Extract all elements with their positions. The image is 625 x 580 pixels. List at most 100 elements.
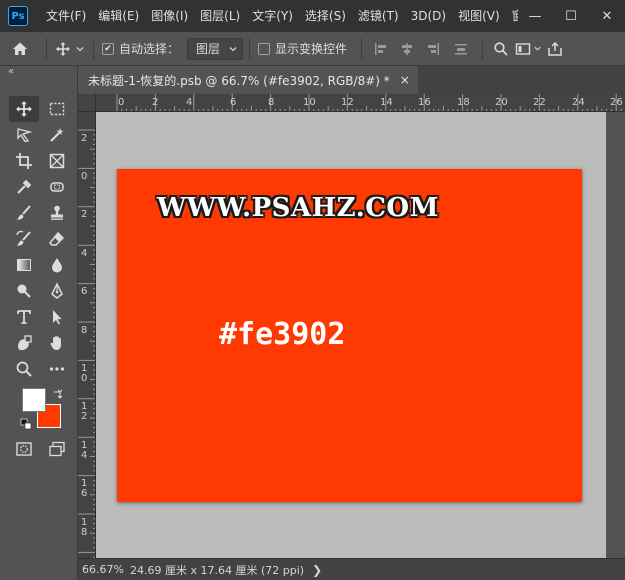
screen-mode-button[interactable] (42, 436, 72, 462)
close-window-button[interactable]: ✕ (589, 0, 625, 32)
marquee-tool[interactable] (42, 96, 72, 122)
distribute-icon (455, 43, 468, 54)
pen-tool[interactable] (42, 278, 72, 304)
vertical-scroll-area[interactable] (606, 112, 625, 558)
maximize-button[interactable]: ☐ (553, 0, 589, 32)
ruler-tick-label: 0 (118, 97, 125, 108)
auto-select-toggle[interactable]: ✔ 自动选择： (100, 36, 179, 62)
share-button[interactable] (543, 36, 567, 62)
ruler-vertical[interactable]: 2 0 2 4 6 8 1 0 1 2 1 4 1 6 1 8 (78, 112, 96, 558)
ruler-tick-label: 22 (533, 97, 546, 108)
menu-type[interactable]: 文字(Y) (246, 0, 299, 32)
menu-edit[interactable]: 编辑(E) (92, 0, 145, 32)
quick-mask-button[interactable] (9, 436, 39, 462)
stamp-icon (51, 205, 63, 220)
canvas-url-text[interactable]: WWW.PSAHZ.COM (157, 193, 439, 223)
foreground-color-swatch[interactable] (22, 388, 46, 412)
show-transform-toggle[interactable]: 显示变换控件 (256, 36, 347, 62)
move-tool[interactable] (9, 96, 39, 122)
dodge-tool[interactable] (9, 278, 39, 304)
lasso-tool[interactable] (9, 122, 39, 148)
swap-colors-icon[interactable] (52, 388, 64, 400)
document-tab-bar: 未标题-1-恢复的.psb @ 66.7% (#fe3902, RGB/8#) … (78, 66, 625, 94)
ruler-tick-label: 2 (152, 97, 159, 108)
minimize-button[interactable]: — (517, 0, 553, 32)
stamp-tool[interactable] (42, 200, 72, 226)
default-colors-icon[interactable] (20, 418, 32, 430)
move-tool-preset-button[interactable] (53, 36, 87, 62)
status-menu-arrow-icon[interactable]: ❯ (304, 563, 322, 577)
shape-tool[interactable] (9, 330, 39, 356)
ruler-tick-label: 4 (81, 248, 88, 259)
distribute-button[interactable] (446, 36, 476, 62)
separator (93, 37, 94, 60)
menu-items: 文件(F) 编辑(E) 图像(I) 图层(L) 文字(Y) 选择(S) 滤镜(T… (40, 0, 518, 32)
zoom-level[interactable]: 66.67% (78, 563, 124, 576)
bandage-icon (50, 182, 64, 192)
auto-select-label: 自动选择： (119, 42, 180, 56)
home-icon (13, 42, 27, 55)
brush-icon (17, 205, 31, 220)
ruler-tick-label: 6 (81, 286, 88, 297)
blur-tool[interactable] (42, 252, 72, 278)
type-tool[interactable] (9, 304, 39, 330)
home-button[interactable] (0, 36, 40, 62)
document-tab[interactable]: 未标题-1-恢复的.psb @ 66.7% (#fe3902, RGB/8#) … (78, 66, 418, 94)
document-canvas[interactable]: WWW.PSAHZ.COM #fe3902 (117, 169, 582, 502)
dodge-icon (17, 284, 31, 298)
ruler-horizontal[interactable]: 0 2 4 6 8 10 12 14 16 18 20 22 24 26 (96, 94, 625, 112)
crop-tool[interactable] (9, 148, 39, 174)
path-selection-tool[interactable] (42, 304, 72, 330)
ruler-tick-label: 18 (457, 97, 470, 108)
chevron-down-icon (229, 46, 237, 51)
gradient-tool[interactable] (9, 252, 39, 278)
menu-file[interactable]: 文件(F) (40, 0, 92, 32)
canvas-hex-text[interactable]: #fe3902 (219, 317, 345, 352)
brush-tool[interactable] (9, 200, 39, 226)
ruler-tick-label: 0 (81, 171, 88, 182)
magic-wand-icon (50, 128, 64, 142)
ruler-tick-label: 6 (230, 97, 237, 108)
menu-filter[interactable]: 滤镜(T) (352, 0, 405, 32)
history-brush-icon (16, 230, 31, 246)
ruler-tick-label: 14 (380, 97, 393, 108)
close-tab-icon[interactable]: × (400, 73, 410, 87)
eyedropper-tool[interactable] (9, 174, 39, 200)
gradient-icon (17, 259, 31, 271)
menu-layer[interactable]: 图层(L) (194, 0, 246, 32)
ruler-tick-label: 2 (81, 133, 88, 144)
search-button[interactable] (489, 36, 513, 62)
menu-view[interactable]: 视图(V) (452, 0, 506, 32)
workspace-button[interactable] (513, 36, 543, 62)
ruler-tick-label: 10 (303, 97, 316, 108)
ruler-tick-label: 8 (268, 97, 275, 108)
eraser-tool[interactable] (42, 226, 72, 252)
auto-select-target-dropdown[interactable]: 图层 (187, 37, 244, 60)
frame-icon (49, 153, 65, 169)
align-right-icon (428, 42, 440, 55)
ruler-tick-label: 1 4 (81, 440, 88, 461)
ruler-corner[interactable] (78, 94, 96, 112)
menu-select[interactable]: 选择(S) (299, 0, 352, 32)
spot-healing-tool[interactable] (42, 174, 72, 200)
frame-tool[interactable] (42, 148, 72, 174)
align-left-button[interactable] (368, 36, 394, 62)
magic-wand-tool[interactable] (42, 122, 72, 148)
menu-3d[interactable]: 3D(D) (405, 0, 452, 32)
auto-select-checkbox[interactable]: ✔ (102, 42, 114, 55)
separator (249, 37, 251, 60)
shape-icon (18, 335, 32, 351)
more-tools-button[interactable] (42, 356, 72, 382)
align-right-button[interactable] (420, 36, 446, 62)
align-center-button[interactable] (394, 36, 420, 62)
show-transform-checkbox[interactable] (258, 42, 271, 55)
zoom-tool[interactable] (9, 356, 39, 382)
menu-image[interactable]: 图像(I) (145, 0, 194, 32)
share-icon (548, 41, 562, 56)
collapse-panel-icon[interactable]: « (8, 66, 14, 77)
separator (482, 37, 484, 60)
pasteboard[interactable]: WWW.PSAHZ.COM #fe3902 (96, 112, 606, 558)
hand-icon (50, 336, 61, 350)
history-brush-tool[interactable] (9, 226, 39, 252)
hand-tool[interactable] (42, 330, 72, 356)
